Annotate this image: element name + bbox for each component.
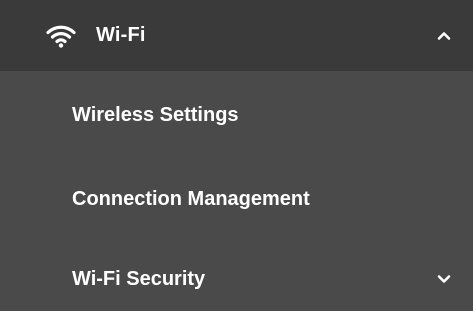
wifi-icon [46, 24, 76, 48]
wifi-menu-header[interactable]: Wi-Fi [0, 0, 473, 71]
wifi-menu: Wi-Fi Wireless Settings Connection Manag… [0, 0, 473, 311]
submenu-item-wifi-security[interactable]: Wi-Fi Security [0, 239, 473, 319]
wifi-submenu: Wireless Settings Connection Management … [0, 71, 473, 319]
chevron-up-icon[interactable] [435, 27, 453, 45]
submenu-item-label: Wireless Settings [72, 103, 239, 126]
chevron-down-icon[interactable] [435, 270, 453, 288]
submenu-item-label: Wi-Fi Security [72, 267, 206, 290]
wifi-menu-title: Wi-Fi [96, 24, 146, 46]
submenu-item-wireless-settings[interactable]: Wireless Settings [0, 71, 473, 159]
submenu-item-label: Connection Management [72, 187, 310, 210]
submenu-item-connection-management[interactable]: Connection Management [0, 159, 473, 239]
